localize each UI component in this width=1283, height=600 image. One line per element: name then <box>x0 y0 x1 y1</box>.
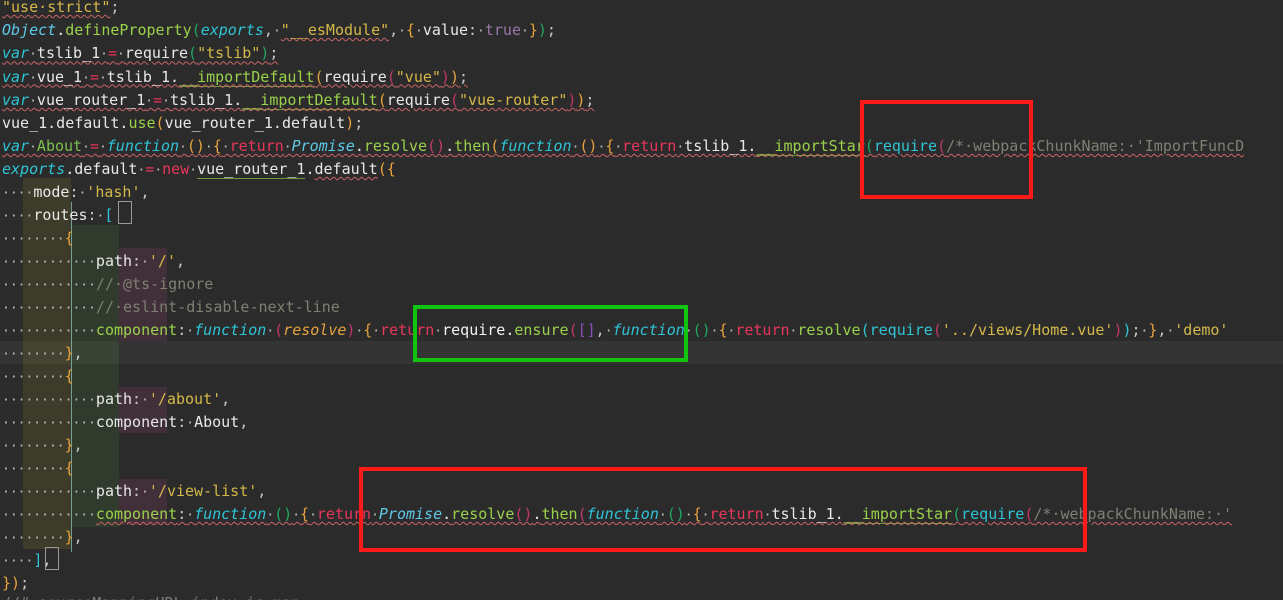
code-editor[interactable]: "use·strict"; Object.defineProperty(expo… <box>0 0 1283 600</box>
code-line[interactable]: ············//·@ts-ignore <box>0 273 213 296</box>
code-line[interactable]: vue_1.default.use(vue_router_1.default); <box>0 112 363 135</box>
code-line[interactable]: //#·sourceMappingURL=index.js.map <box>0 592 300 600</box>
code-line[interactable]: "use·strict"; <box>0 0 119 19</box>
code-line[interactable]: ············component:·function·(resolve… <box>0 319 1228 342</box>
code-line[interactable]: Object.defineProperty(exports,·"__esModu… <box>0 19 556 42</box>
code-text-layer: "use·strict"; Object.defineProperty(expo… <box>0 0 1283 600</box>
code-line[interactable]: ············path:·'/', <box>0 250 185 273</box>
bracket-match-close <box>45 547 59 570</box>
code-line[interactable]: var·vue_router_1·=·tslib_1.__importDefau… <box>0 89 594 112</box>
code-line[interactable]: ············component:·function·()·{·ret… <box>0 503 1232 526</box>
bracket-match-open <box>118 201 132 224</box>
code-line[interactable]: ····routes:·[ <box>0 204 113 227</box>
code-line[interactable]: ····], <box>0 549 51 572</box>
code-line[interactable]: ············component:·About, <box>0 411 248 434</box>
code-line[interactable]: ············path:·'/view-list', <box>0 480 266 503</box>
code-line[interactable]: ········{ <box>0 227 74 250</box>
code-line[interactable]: var·vue_1·=·tslib_1.__importDefault(requ… <box>0 66 468 89</box>
code-line[interactable]: var·tslib_1·=·require("tslib"); <box>0 42 278 65</box>
code-line[interactable]: ········}, <box>0 342 83 365</box>
code-line[interactable]: ············path:·'/about', <box>0 388 230 411</box>
code-line[interactable]: ············//·eslint-disable-next-line <box>0 296 340 319</box>
code-line[interactable]: ········}, <box>0 526 83 549</box>
code-line[interactable]: var·About·=·function·()·{·return·Promise… <box>0 135 1244 158</box>
code-line[interactable]: ········{ <box>0 457 74 480</box>
code-line[interactable]: ········}, <box>0 434 83 457</box>
code-line[interactable]: ········{ <box>0 365 74 388</box>
code-line[interactable]: exports.default·=·new·vue_router_1.defau… <box>0 158 396 181</box>
